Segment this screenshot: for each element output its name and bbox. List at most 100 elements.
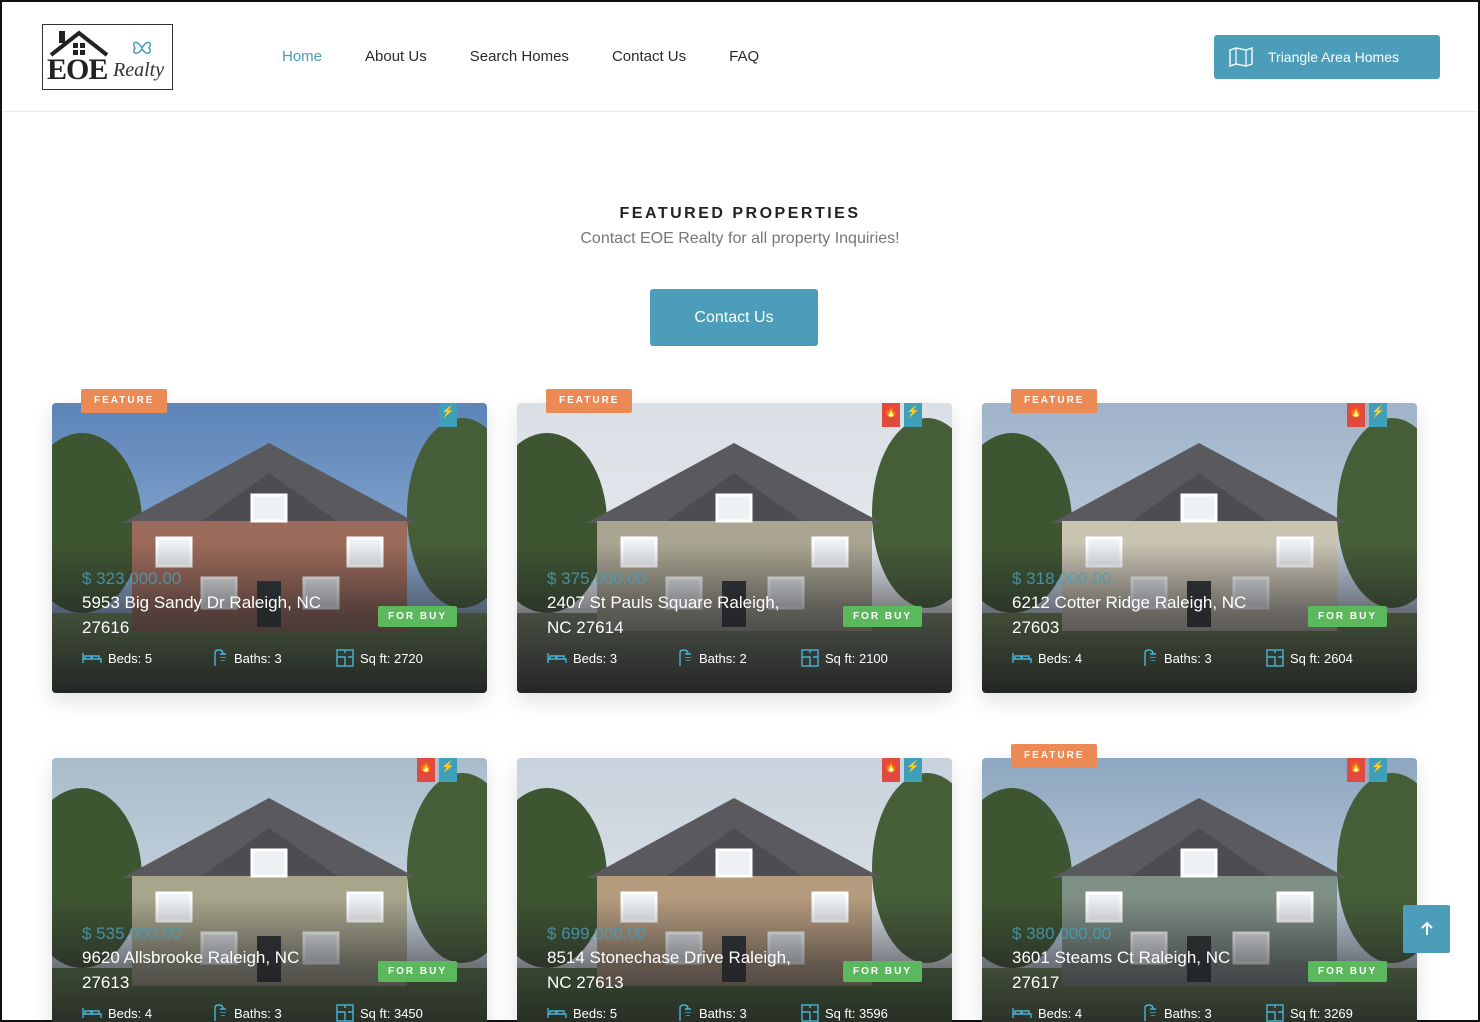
baths-value: Baths: 3 bbox=[234, 650, 282, 666]
logo-script: Realty bbox=[113, 59, 165, 81]
feature-badge: FEATURE bbox=[546, 389, 633, 413]
property-price: $ 323,000.00 bbox=[82, 569, 182, 588]
card-ribbons: 🔥 ⚡ bbox=[882, 403, 922, 427]
sqft-value: Sq ft: 3269 bbox=[1290, 1005, 1353, 1021]
nav-faq[interactable]: FAQ bbox=[729, 48, 759, 65]
baths-spec: Baths: 3 bbox=[677, 1004, 801, 1022]
property-address[interactable]: 5953 Big Sandy Dr Raleigh, NC 27616 bbox=[82, 590, 342, 640]
logo-text: EOE bbox=[47, 53, 108, 86]
property-price: $ 535,000.00 bbox=[82, 924, 182, 943]
feature-badge: FEATURE bbox=[81, 389, 168, 413]
baths-spec: Baths: 2 bbox=[677, 649, 801, 667]
floorplan-icon bbox=[1266, 649, 1284, 667]
nav-home[interactable]: Home bbox=[282, 48, 322, 65]
sqft-value: Sq ft: 3596 bbox=[825, 1005, 888, 1021]
bed-icon bbox=[547, 1008, 567, 1018]
beds-spec: Beds: 5 bbox=[82, 649, 212, 667]
baths-value: Baths: 3 bbox=[1164, 650, 1212, 666]
lightning-icon: ⚡ bbox=[439, 403, 457, 427]
sqft-value: Sq ft: 2604 bbox=[1290, 650, 1353, 666]
property-price: $ 375,000.00 bbox=[547, 569, 647, 588]
property-card[interactable]: 🔥 ⚡ $ 535,000.00 9620 Allsbrooke Raleigh… bbox=[52, 758, 487, 1022]
sqft-spec: Sq ft: 3596 bbox=[801, 1004, 888, 1022]
beds-value: Beds: 4 bbox=[1038, 650, 1083, 666]
flame-icon: 🔥 bbox=[882, 403, 900, 427]
floorplan-icon bbox=[801, 1004, 819, 1022]
baths-spec: Baths: 3 bbox=[212, 1004, 336, 1022]
flame-icon: 🔥 bbox=[1347, 758, 1365, 782]
property-specs: Beds: 4 Baths: 3 Sq ft: 3450 bbox=[82, 1004, 423, 1022]
shower-icon bbox=[679, 1004, 691, 1021]
shower-icon bbox=[679, 649, 691, 666]
property-specs: Beds: 3 Baths: 2 Sq ft: 2100 bbox=[547, 649, 888, 667]
property-card[interactable]: 🔥 ⚡ $ 375,000.00 2407 St Pauls Square Ra… bbox=[517, 403, 952, 693]
sqft-spec: Sq ft: 2604 bbox=[1266, 649, 1353, 667]
baths-value: Baths: 3 bbox=[1164, 1005, 1212, 1021]
nav-search-homes[interactable]: Search Homes bbox=[470, 48, 569, 65]
baths-spec: Baths: 3 bbox=[1142, 649, 1266, 667]
floorplan-icon bbox=[336, 649, 354, 667]
status-badge: FOR BUY bbox=[843, 606, 922, 627]
feature-badge: FEATURE bbox=[1011, 744, 1098, 768]
baths-value: Baths: 3 bbox=[234, 1005, 282, 1021]
status-badge: FOR BUY bbox=[1308, 961, 1387, 982]
sqft-value: Sq ft: 2100 bbox=[825, 650, 888, 666]
lightning-icon: ⚡ bbox=[1369, 403, 1387, 427]
back-to-top-button[interactable] bbox=[1403, 905, 1450, 953]
lightning-icon: ⚡ bbox=[1369, 758, 1387, 782]
bed-icon bbox=[547, 653, 567, 663]
bed-icon bbox=[82, 1008, 102, 1018]
baths-spec: Baths: 3 bbox=[1142, 1004, 1266, 1022]
property-card[interactable]: 🔥 ⚡ $ 318,000.00 6212 Cotter Ridge Ralei… bbox=[982, 403, 1417, 693]
beds-value: Beds: 5 bbox=[573, 1005, 618, 1021]
property-specs: Beds: 4 Baths: 3 Sq ft: 3269 bbox=[1012, 1004, 1353, 1022]
nav-about-us[interactable]: About Us bbox=[365, 48, 427, 65]
shower-icon bbox=[1144, 649, 1156, 666]
property-address[interactable]: 8514 Stonechase Drive Raleigh, NC 27613 bbox=[547, 945, 807, 995]
shower-icon bbox=[214, 1004, 226, 1021]
lightning-icon: ⚡ bbox=[904, 403, 922, 427]
beds-spec: Beds: 4 bbox=[1012, 649, 1142, 667]
property-price: $ 699,000.00 bbox=[547, 924, 647, 943]
card-ribbons: ⚡ bbox=[439, 403, 457, 427]
bed-icon bbox=[1012, 1008, 1032, 1018]
sqft-value: Sq ft: 3450 bbox=[360, 1005, 423, 1021]
property-address[interactable]: 9620 Allsbrooke Raleigh, NC 27613 bbox=[82, 945, 342, 995]
site-header: EOE Realty Home About Us Search Homes Co… bbox=[2, 2, 1478, 112]
property-card[interactable]: 🔥 ⚡ $ 699,000.00 8514 Stonechase Drive R… bbox=[517, 758, 952, 1022]
beds-value: Beds: 3 bbox=[573, 650, 618, 666]
property-specs: Beds: 4 Baths: 3 Sq ft: 2604 bbox=[1012, 649, 1353, 667]
map-icon bbox=[1229, 47, 1253, 67]
property-specs: Beds: 5 Baths: 3 Sq ft: 2720 bbox=[82, 649, 423, 667]
floorplan-icon bbox=[336, 1004, 354, 1022]
status-badge: FOR BUY bbox=[378, 606, 457, 627]
baths-spec: Baths: 3 bbox=[212, 649, 336, 667]
property-address[interactable]: 3601 Steams Ct Raleigh, NC 27617 bbox=[1012, 945, 1272, 995]
property-address[interactable]: 6212 Cotter Ridge Raleigh, NC 27603 bbox=[1012, 590, 1272, 640]
flame-icon: 🔥 bbox=[882, 758, 900, 782]
flame-icon: 🔥 bbox=[417, 758, 435, 782]
logo[interactable]: EOE Realty bbox=[42, 24, 173, 90]
property-specs: Beds: 5 Baths: 3 Sq ft: 3596 bbox=[547, 1004, 888, 1022]
property-card[interactable]: ⚡ $ 323,000.00 5953 Big Sandy Dr Raleigh… bbox=[52, 403, 487, 693]
sqft-spec: Sq ft: 2720 bbox=[336, 649, 423, 667]
beds-value: Beds: 4 bbox=[1038, 1005, 1083, 1021]
baths-value: Baths: 2 bbox=[699, 650, 747, 666]
main-nav: Home About Us Search Homes Contact Us FA… bbox=[282, 48, 802, 65]
shower-icon bbox=[1144, 1004, 1156, 1021]
triangle-area-homes-button[interactable]: Triangle Area Homes bbox=[1214, 35, 1440, 79]
beds-value: Beds: 4 bbox=[108, 1005, 153, 1021]
property-price: $ 318,000.00 bbox=[1012, 569, 1112, 588]
property-card[interactable]: 🔥 ⚡ $ 380,000.00 3601 Steams Ct Raleigh,… bbox=[982, 758, 1417, 1022]
nav-contact-us[interactable]: Contact Us bbox=[612, 48, 686, 65]
butterfly-icon bbox=[132, 41, 152, 54]
property-price: $ 380,000.00 bbox=[1012, 924, 1112, 943]
status-badge: FOR BUY bbox=[1308, 606, 1387, 627]
sqft-value: Sq ft: 2720 bbox=[360, 650, 423, 666]
property-address[interactable]: 2407 St Pauls Square Raleigh, NC 27614 bbox=[547, 590, 807, 640]
section-subtitle: Contact EOE Realty for all property Inqu… bbox=[580, 230, 900, 247]
contact-us-button[interactable]: Contact Us bbox=[650, 289, 818, 346]
beds-spec: Beds: 4 bbox=[82, 1004, 212, 1022]
sqft-spec: Sq ft: 3269 bbox=[1266, 1004, 1353, 1022]
feature-badge: FEATURE bbox=[1011, 389, 1098, 413]
